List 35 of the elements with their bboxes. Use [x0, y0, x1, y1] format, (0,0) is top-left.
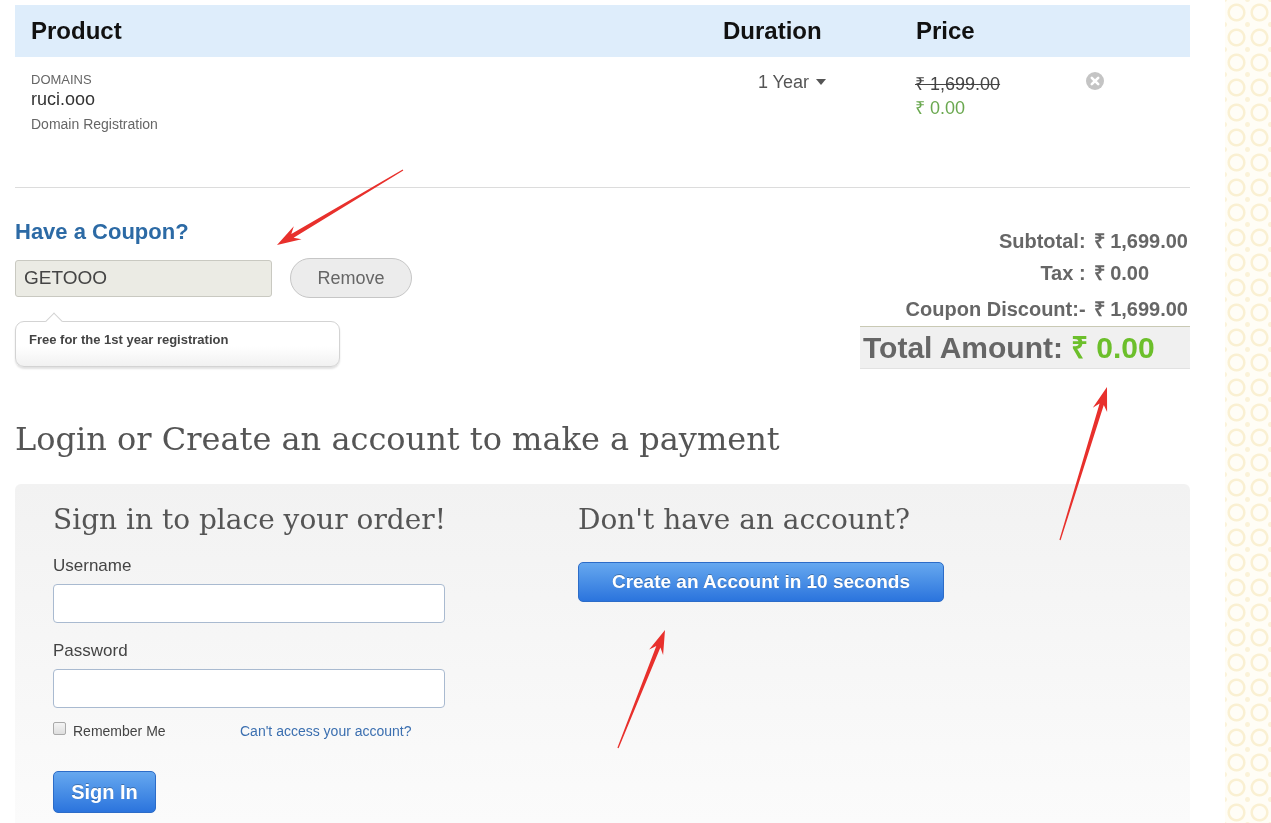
- column-header: Duration: [723, 17, 822, 44]
- total-label: Subtotal:: [998, 229, 1086, 254]
- total-value: ₹ 0.00: [1093, 261, 1150, 286]
- total-value: ₹ 1,699.00: [1093, 229, 1188, 254]
- page-heading: Login or Create an account to make a payment: [15, 419, 780, 459]
- checkbox-label: Remember Me: [73, 723, 166, 739]
- field-label: Username: [53, 556, 132, 576]
- discounted-price: ₹ 0.00: [915, 97, 966, 119]
- create-account-button[interactable]: Create an Account in 10 seconds: [578, 562, 944, 602]
- column-header: Price: [916, 17, 975, 44]
- total-label: Coupon Discount:-: [905, 297, 1086, 322]
- duration-dropdown[interactable]: 1 Year: [757, 71, 826, 93]
- product-name: ruci.ooo: [31, 88, 96, 110]
- remove-icon[interactable]: [1086, 72, 1104, 90]
- product-category: DOMAINS: [31, 72, 92, 88]
- total-value: ₹ 1,699.00: [1093, 297, 1188, 322]
- input-field[interactable]: [53, 584, 445, 623]
- coupon-heading: Have a Coupon?: [15, 219, 189, 245]
- sign-in-button[interactable]: Sign In: [53, 771, 156, 813]
- forgot-account-link[interactable]: Can't access your account?: [240, 723, 412, 739]
- caret-icon: [816, 79, 826, 85]
- total-amount-label: Total Amount:: [863, 330, 1063, 365]
- coupon-field[interactable]: GETOOO: [15, 259, 272, 297]
- column-header: Product: [31, 17, 122, 44]
- product-description: Domain Registration: [31, 115, 158, 133]
- field-label: Password: [53, 641, 128, 661]
- input-field[interactable]: [53, 669, 445, 708]
- total-amount-value: ₹ 0.00: [1070, 330, 1155, 365]
- panel-heading: Don't have an account?: [578, 503, 911, 537]
- remember-checkbox[interactable]: [53, 721, 66, 735]
- original-price: ₹ 1,699.00: [915, 73, 1001, 95]
- panel-heading: Sign in to place your order!: [53, 503, 446, 537]
- total-label: Tax :: [1040, 261, 1086, 286]
- coupon-tooltip: Free for the 1st year registration: [15, 314, 340, 367]
- remove-button[interactable]: Remove: [290, 258, 412, 298]
